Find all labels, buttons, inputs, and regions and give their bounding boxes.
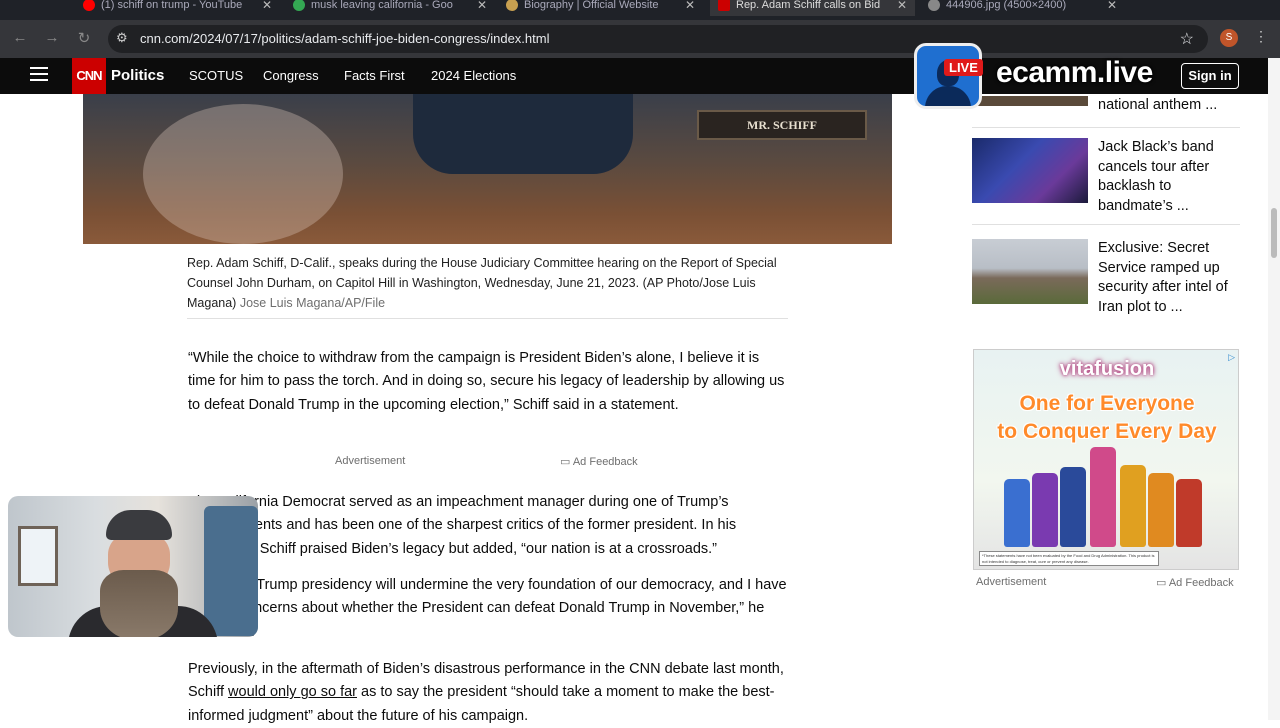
ad-feedback-link[interactable]: ▭ Ad Feedback bbox=[1156, 576, 1234, 589]
close-icon[interactable]: ✕ bbox=[897, 0, 907, 12]
sidebar-story[interactable]: Exclusive: Secret Service ramped up secu… bbox=[972, 239, 1240, 319]
caption-credit: Jose Luis Magana/AP/File bbox=[239, 296, 386, 310]
tab-title: Rep. Adam Schiff calls on Bid bbox=[736, 0, 881, 11]
inline-article-link[interactable]: would only go so far bbox=[228, 684, 357, 700]
product-bottle bbox=[1032, 473, 1058, 547]
browser-tab-bar: (1) schiff on trump - YouTube ✕ musk lea… bbox=[0, 0, 1280, 20]
cnn-logo[interactable]: CNN bbox=[72, 58, 106, 94]
article-paragraph: “While the choice to withdraw from the c… bbox=[188, 350, 785, 413]
ecamm-wordmark: ecamm.live bbox=[996, 56, 1153, 89]
google-icon bbox=[293, 0, 305, 11]
article-paragraph: Previously, in the aftermath of Biden’s … bbox=[188, 658, 788, 728]
ad-tagline: One for Everyone to Conquer Every Day bbox=[974, 390, 1238, 446]
browser-tab[interactable]: 444906.jpg (4500×2400) ✕ bbox=[920, 0, 1125, 16]
tab-title: (1) schiff on trump - YouTube bbox=[101, 0, 243, 11]
tab-title: Biography | Official Website bbox=[524, 0, 659, 11]
product-bottle bbox=[1060, 467, 1086, 547]
section-title[interactable]: Politics bbox=[111, 67, 164, 84]
close-icon[interactable]: ✕ bbox=[262, 0, 272, 12]
close-icon[interactable]: ✕ bbox=[1107, 0, 1117, 12]
image-icon bbox=[928, 0, 940, 11]
browser-tab-active[interactable]: Rep. Adam Schiff calls on Bid ✕ bbox=[710, 0, 915, 16]
ecamm-live-overlay: LIVE ecamm.live bbox=[914, 43, 1268, 109]
nav-link-scotus[interactable]: SCOTUS bbox=[189, 68, 243, 83]
youtube-icon bbox=[83, 0, 95, 11]
hamburger-menu-icon[interactable] bbox=[30, 67, 48, 83]
article-paragraph: “A second Trump presidency will undermin… bbox=[188, 577, 787, 640]
sidebar-advertisement[interactable]: ▷ vitafusion One for Everyone to Conquer … bbox=[973, 349, 1239, 570]
back-icon[interactable]: ← bbox=[10, 29, 30, 46]
article-paragraph: The California Democrat served as an imp… bbox=[188, 494, 737, 557]
forward-icon[interactable]: → bbox=[42, 29, 62, 46]
nav-link-congress[interactable]: Congress bbox=[263, 68, 319, 83]
cnn-icon bbox=[718, 0, 730, 11]
reload-icon[interactable]: ↻ bbox=[74, 29, 94, 47]
ad-tagline-line: to Conquer Every Day bbox=[997, 420, 1217, 443]
product-bottle bbox=[1120, 465, 1146, 547]
close-icon[interactable]: ✕ bbox=[477, 0, 487, 12]
ad-disclaimer: *These statements have not been evaluate… bbox=[979, 551, 1159, 566]
divider bbox=[972, 127, 1240, 128]
ecamm-logo-icon bbox=[914, 43, 982, 109]
website-icon bbox=[506, 0, 518, 11]
image-speaker bbox=[413, 94, 633, 174]
tab-title: musk leaving california - Goo bbox=[311, 0, 453, 11]
nav-link-2024-elections[interactable]: 2024 Elections bbox=[431, 68, 516, 83]
webcam-window bbox=[18, 526, 58, 586]
browser-tab[interactable]: musk leaving california - Goo ✕ bbox=[285, 0, 495, 16]
divider bbox=[187, 318, 788, 319]
product-bottle bbox=[1090, 447, 1116, 547]
image-nameplate: MR. SCHIFF bbox=[697, 110, 867, 140]
feedback-icon: ▭ bbox=[560, 456, 573, 468]
image-caption: Rep. Adam Schiff, D-Calif., speaks durin… bbox=[187, 253, 787, 313]
ad-feedback-link[interactable]: ▭ Ad Feedback bbox=[560, 455, 638, 468]
webcam-cap bbox=[106, 510, 172, 540]
story-headline[interactable]: Exclusive: Secret Service ramped up secu… bbox=[1098, 239, 1240, 317]
product-bottle bbox=[1004, 479, 1030, 547]
live-badge: LIVE bbox=[944, 59, 983, 76]
page-scrollbar[interactable] bbox=[1268, 58, 1280, 720]
webcam-chair bbox=[204, 506, 258, 636]
story-headline[interactable]: Jack Black’s band cancels tour after bac… bbox=[1098, 138, 1240, 216]
image-foreground-blur bbox=[143, 104, 343, 244]
product-bottle bbox=[1176, 479, 1202, 547]
webcam-beard bbox=[100, 570, 178, 637]
ad-brand: vitafusion bbox=[1059, 358, 1155, 380]
ad-tagline-line: One for Everyone bbox=[1019, 392, 1195, 415]
browser-tab[interactable]: Biography | Official Website ✕ bbox=[498, 0, 703, 16]
story-thumbnail[interactable] bbox=[972, 138, 1088, 203]
browser-tab[interactable]: (1) schiff on trump - YouTube ✕ bbox=[75, 0, 280, 16]
ad-label: Advertisement bbox=[976, 576, 1047, 588]
ad-feedback-text: Ad Feedback bbox=[572, 456, 638, 468]
site-settings-icon[interactable]: ⚙ bbox=[116, 30, 128, 46]
ad-feedback-text: Ad Feedback bbox=[1168, 577, 1234, 589]
webcam-overlay bbox=[8, 496, 258, 637]
ad-label: Advertisement bbox=[335, 455, 406, 467]
product-bottle bbox=[1148, 473, 1174, 547]
divider bbox=[972, 224, 1240, 225]
close-icon[interactable]: ✕ bbox=[685, 0, 695, 12]
nav-link-facts-first[interactable]: Facts First bbox=[344, 68, 405, 83]
story-thumbnail[interactable] bbox=[972, 239, 1088, 304]
article-hero-image: MR. SCHIFF bbox=[83, 94, 892, 244]
url-text[interactable]: cnn.com/2024/07/17/politics/adam-schiff-… bbox=[140, 31, 549, 46]
feedback-icon: ▭ bbox=[1156, 577, 1169, 589]
scrollbar-thumb[interactable] bbox=[1271, 208, 1277, 258]
tab-title: 444906.jpg (4500×2400) bbox=[946, 0, 1067, 11]
sidebar-story[interactable]: Jack Black’s band cancels tour after bac… bbox=[972, 138, 1240, 218]
